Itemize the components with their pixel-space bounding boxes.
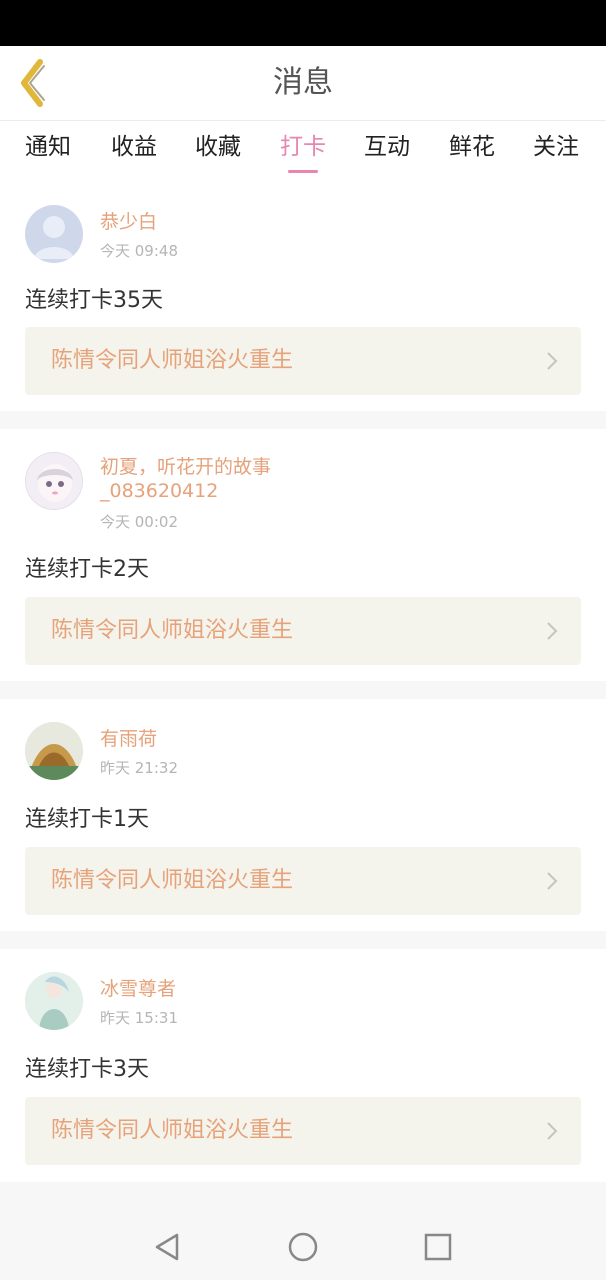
username[interactable]: 冰雪尊者 [100, 977, 360, 1001]
lotus-avatar-icon [25, 722, 83, 780]
message-card: 初夏，听花开的故事 _083620412 今天 00:02 连续打卡2天 陈情令… [0, 429, 606, 681]
tab-earnings[interactable]: 收益 [99, 121, 169, 183]
group-name: 陈情令同人师姐浴火重生 [51, 618, 294, 643]
nav-back-button[interactable] [151, 1230, 185, 1264]
status-bar [0, 0, 606, 46]
message-time: 昨天 15:31 [100, 1009, 178, 1027]
nav-recent-button[interactable] [421, 1230, 455, 1264]
figure-avatar-icon [25, 972, 83, 1030]
avatar[interactable] [25, 972, 83, 1030]
tab-label: 通知 [25, 134, 71, 160]
group-link[interactable]: 陈情令同人师姐浴火重生 [25, 327, 581, 395]
tab-label: 收益 [111, 134, 157, 160]
checkin-text: 连续打卡1天 [25, 807, 149, 832]
message-card: 冰雪尊者 昨天 15:31 连续打卡3天 陈情令同人师姐浴火重生 [0, 949, 606, 1182]
checkin-text: 连续打卡35天 [25, 288, 163, 313]
message-time: 今天 09:48 [100, 242, 178, 260]
chevron-right-icon [547, 1122, 558, 1140]
top-bar: 消息 [0, 46, 606, 120]
group-name: 陈情令同人师姐浴火重生 [51, 868, 294, 893]
avatar[interactable] [25, 722, 83, 780]
chevron-right-icon [547, 352, 558, 370]
tab-bar: 通知 收益 收藏 打卡 互动 鲜花 关注 [0, 120, 606, 182]
tab-interactions[interactable]: 互动 [352, 121, 422, 183]
username[interactable]: 有雨荷 [100, 727, 360, 751]
default-user-icon [34, 216, 74, 259]
checkin-text: 连续打卡3天 [25, 1057, 149, 1082]
active-tab-indicator [288, 170, 318, 173]
square-recent-icon [424, 1233, 452, 1261]
anime-girl-avatar-icon [37, 464, 73, 502]
username[interactable]: 恭少白 [100, 210, 360, 234]
checkin-text: 连续打卡2天 [25, 557, 149, 582]
avatar[interactable] [25, 452, 83, 510]
group-link[interactable]: 陈情令同人师姐浴火重生 [25, 597, 581, 665]
page-title: 消息 [273, 65, 333, 100]
tab-favorites[interactable]: 收藏 [183, 121, 253, 183]
circle-home-icon [288, 1232, 318, 1262]
nav-home-button[interactable] [286, 1230, 320, 1264]
tab-checkin[interactable]: 打卡 [268, 121, 338, 183]
message-time: 昨天 21:32 [100, 759, 178, 777]
system-navigation-bar [0, 1212, 606, 1280]
tab-notifications[interactable]: 通知 [13, 121, 83, 183]
tab-label: 鲜花 [449, 134, 495, 160]
group-link[interactable]: 陈情令同人师姐浴火重生 [25, 1097, 581, 1165]
tab-following[interactable]: 关注 [521, 121, 591, 183]
username[interactable]: 初夏，听花开的故事 _083620412 [100, 455, 360, 503]
triangle-back-icon [155, 1233, 179, 1261]
group-link[interactable]: 陈情令同人师姐浴火重生 [25, 847, 581, 915]
message-card: 恭少白 今天 09:48 连续打卡35天 陈情令同人师姐浴火重生 [0, 182, 606, 411]
tab-label: 打卡 [280, 134, 326, 160]
message-card: 有雨荷 昨天 21:32 连续打卡1天 陈情令同人师姐浴火重生 [0, 699, 606, 931]
tab-label: 关注 [533, 134, 579, 160]
avatar[interactable] [25, 205, 83, 263]
tab-label: 互动 [364, 134, 410, 160]
group-name: 陈情令同人师姐浴火重生 [51, 348, 294, 373]
message-time: 今天 00:02 [100, 513, 178, 531]
tab-label: 收藏 [195, 134, 241, 160]
tab-flowers[interactable]: 鲜花 [437, 121, 507, 183]
chevron-right-icon [547, 622, 558, 640]
chevron-right-icon [547, 872, 558, 890]
group-name: 陈情令同人师姐浴火重生 [51, 1118, 294, 1143]
